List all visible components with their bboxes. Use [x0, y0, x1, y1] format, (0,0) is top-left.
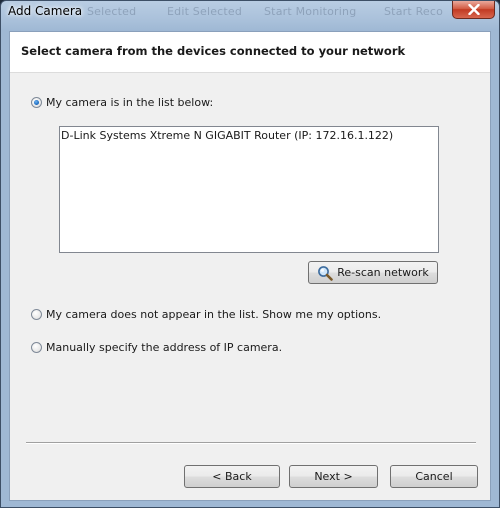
cancel-button[interactable]: Cancel [390, 465, 478, 488]
ghost-toolbar-item: Edit Selected [167, 5, 243, 18]
option-manual-address[interactable]: Manually specify the address of IP camer… [31, 341, 282, 354]
list-item[interactable]: D-Link Systems Xtreme N GIGABIT Router (… [61, 129, 393, 142]
radio-camera-in-list[interactable] [31, 97, 42, 108]
window-title: Add Camera [8, 4, 83, 18]
option-camera-in-list-label: My camera is in the list below: [46, 96, 214, 109]
option-camera-not-in-list[interactable]: My camera does not appear in the list. S… [31, 308, 381, 321]
close-icon [467, 4, 480, 15]
back-button[interactable]: < Back [184, 465, 280, 488]
rescan-network-button[interactable]: Re-scan network [308, 261, 438, 284]
device-listbox[interactable]: D-Link Systems Xtreme N GIGABIT Router (… [59, 126, 439, 253]
option-camera-in-list[interactable]: My camera is in the list below: [31, 96, 213, 109]
rescan-network-label: Re-scan network [337, 266, 429, 279]
dialog-client-area: Select camera from the devices connected… [9, 31, 491, 501]
footer-separator [26, 442, 476, 444]
page-title: Select camera from the devices connected… [21, 44, 406, 58]
ghost-toolbar-item: Start Monitoring [264, 5, 357, 18]
title-bar[interactable]: Selected Edit Selected Start Monitoring … [1, 1, 499, 23]
radio-manual-address[interactable] [31, 342, 42, 353]
option-manual-address-label: Manually specify the address of IP camer… [46, 341, 283, 354]
radio-camera-not-in-list[interactable] [31, 309, 42, 320]
option-camera-not-in-list-label: My camera does not appear in the list. S… [46, 308, 382, 321]
close-button[interactable] [452, 1, 495, 19]
next-button[interactable]: Next > [289, 465, 378, 488]
magnifier-icon [317, 265, 334, 281]
wizard-header: Select camera from the devices connected… [10, 32, 490, 73]
ghost-toolbar-item: Selected [87, 5, 137, 18]
ghost-toolbar-item: Start Reco [384, 5, 444, 18]
add-camera-window: Selected Edit Selected Start Monitoring … [0, 0, 500, 508]
